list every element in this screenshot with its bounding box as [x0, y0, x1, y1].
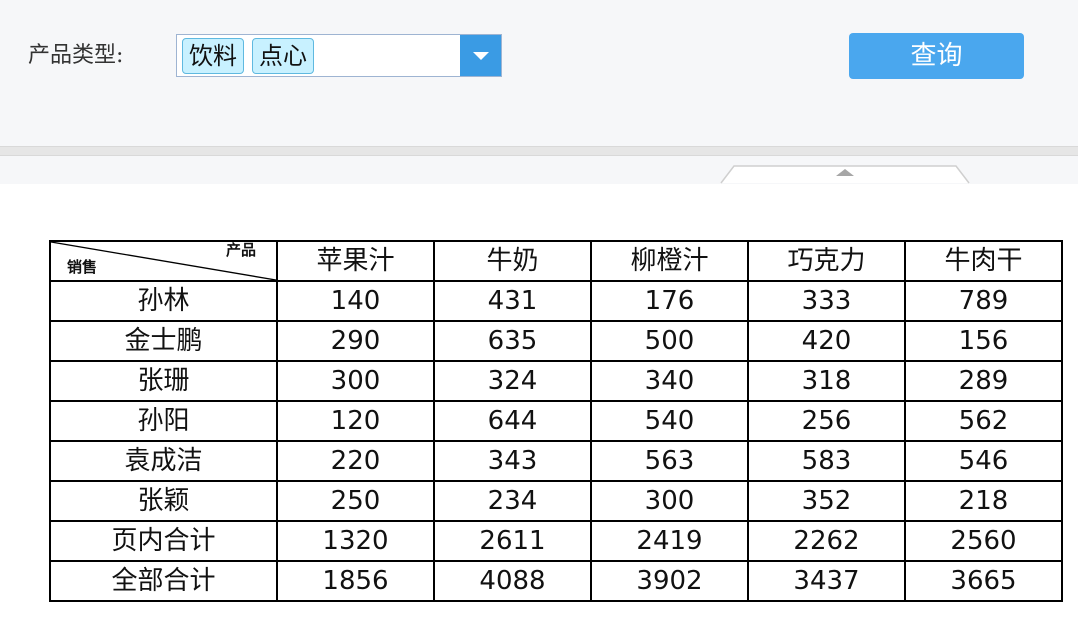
- table-cell: 324: [433, 360, 592, 402]
- collapse-up-icon: [720, 165, 970, 184]
- page-total-row: 页内合计 1320 2611 2419 2262 2560: [49, 520, 1063, 562]
- column-header: 牛奶: [433, 240, 592, 282]
- row-header: 张珊: [49, 360, 278, 402]
- table-cell: 300: [276, 360, 435, 402]
- dropdown-toggle[interactable]: [460, 35, 501, 76]
- table-row: 张颖 250 234 300 352 218: [49, 480, 1063, 522]
- table-cell: 644: [433, 400, 592, 442]
- table-cell: 218: [904, 480, 1063, 522]
- table-cell: 1320: [276, 520, 435, 562]
- table-cell: 3437: [747, 560, 906, 602]
- query-button[interactable]: 查询: [849, 33, 1024, 79]
- table-cell: 431: [433, 280, 592, 322]
- sales-report-table: 产品 销售 苹果汁 牛奶 柳橙汁 巧克力 牛肉干 孙林 140 431 176 …: [49, 240, 1063, 602]
- table-cell: 250: [276, 480, 435, 522]
- table-cell: 635: [433, 320, 592, 362]
- filter-toolbar: 产品类型: 饮料 点心 查询: [0, 0, 1078, 146]
- corner-label-sales: 销售: [67, 258, 98, 276]
- row-header: 孙林: [49, 280, 278, 322]
- table-header-row: 产品 销售 苹果汁 牛奶 柳橙汁 巧克力 牛肉干: [49, 240, 1063, 282]
- table-cell: 563: [590, 440, 749, 482]
- table-cell: 256: [747, 400, 906, 442]
- product-type-combobox[interactable]: 饮料 点心: [176, 34, 502, 77]
- table-cell: 562: [904, 400, 1063, 442]
- table-cell: 352: [747, 480, 906, 522]
- table-cell: 1856: [276, 560, 435, 602]
- collapse-handle[interactable]: [720, 164, 970, 184]
- table-cell: 2611: [433, 520, 592, 562]
- table-cell: 120: [276, 400, 435, 442]
- table-cell: 2419: [590, 520, 749, 562]
- row-header: 袁成洁: [49, 440, 278, 482]
- row-header: 金士鹏: [49, 320, 278, 362]
- tag-beverage[interactable]: 饮料: [182, 38, 244, 74]
- tag-snack[interactable]: 点心: [252, 38, 314, 74]
- table-row: 孙林 140 431 176 333 789: [49, 280, 1063, 322]
- row-header: 页内合计: [49, 520, 278, 562]
- table-row: 金士鹏 290 635 500 420 156: [49, 320, 1063, 362]
- grand-total-row: 全部合计 1856 4088 3902 3437 3665: [49, 560, 1063, 602]
- table-row: 孙阳 120 644 540 256 562: [49, 400, 1063, 442]
- splitter-bar[interactable]: [0, 146, 1078, 156]
- table-cell: 2560: [904, 520, 1063, 562]
- table-cell: 3902: [590, 560, 749, 602]
- column-header: 牛肉干: [904, 240, 1063, 282]
- column-header: 苹果汁: [276, 240, 435, 282]
- table-cell: 500: [590, 320, 749, 362]
- table-cell: 140: [276, 280, 435, 322]
- table-cell: 789: [904, 280, 1063, 322]
- table-cell: 220: [276, 440, 435, 482]
- table-cell: 546: [904, 440, 1063, 482]
- table-cell: 420: [747, 320, 906, 362]
- table-cell: 289: [904, 360, 1063, 402]
- table-cell: 340: [590, 360, 749, 402]
- table-cell: 156: [904, 320, 1063, 362]
- table-cell: 3665: [904, 560, 1063, 602]
- table-cell: 343: [433, 440, 592, 482]
- selected-tags: 饮料 点心: [182, 38, 314, 74]
- chevron-down-icon: [472, 51, 489, 60]
- row-header: 全部合计: [49, 560, 278, 602]
- product-type-label: 产品类型:: [28, 43, 124, 68]
- table-cell: 583: [747, 440, 906, 482]
- table-cell: 540: [590, 400, 749, 442]
- table-cell: 318: [747, 360, 906, 402]
- row-header: 张颖: [49, 480, 278, 522]
- table-cell: 300: [590, 480, 749, 522]
- diagonal-header-cell: 产品 销售: [49, 240, 278, 282]
- table-cell: 176: [590, 280, 749, 322]
- table-cell: 4088: [433, 560, 592, 602]
- table-cell: 290: [276, 320, 435, 362]
- table-row: 袁成洁 220 343 563 583 546: [49, 440, 1063, 482]
- panel-splitter: [0, 146, 1078, 184]
- table-cell: 2262: [747, 520, 906, 562]
- table-cell: 333: [747, 280, 906, 322]
- column-header: 柳橙汁: [590, 240, 749, 282]
- column-header: 巧克力: [747, 240, 906, 282]
- corner-label-product: 产品: [225, 241, 256, 259]
- table-row: 张珊 300 324 340 318 289: [49, 360, 1063, 402]
- report-page: 产品类型: 饮料 点心 查询 产品 销售 苹果汁 牛奶 柳橙汁 巧克力 牛肉干 …: [0, 0, 1078, 643]
- row-header: 孙阳: [49, 400, 278, 442]
- table-cell: 234: [433, 480, 592, 522]
